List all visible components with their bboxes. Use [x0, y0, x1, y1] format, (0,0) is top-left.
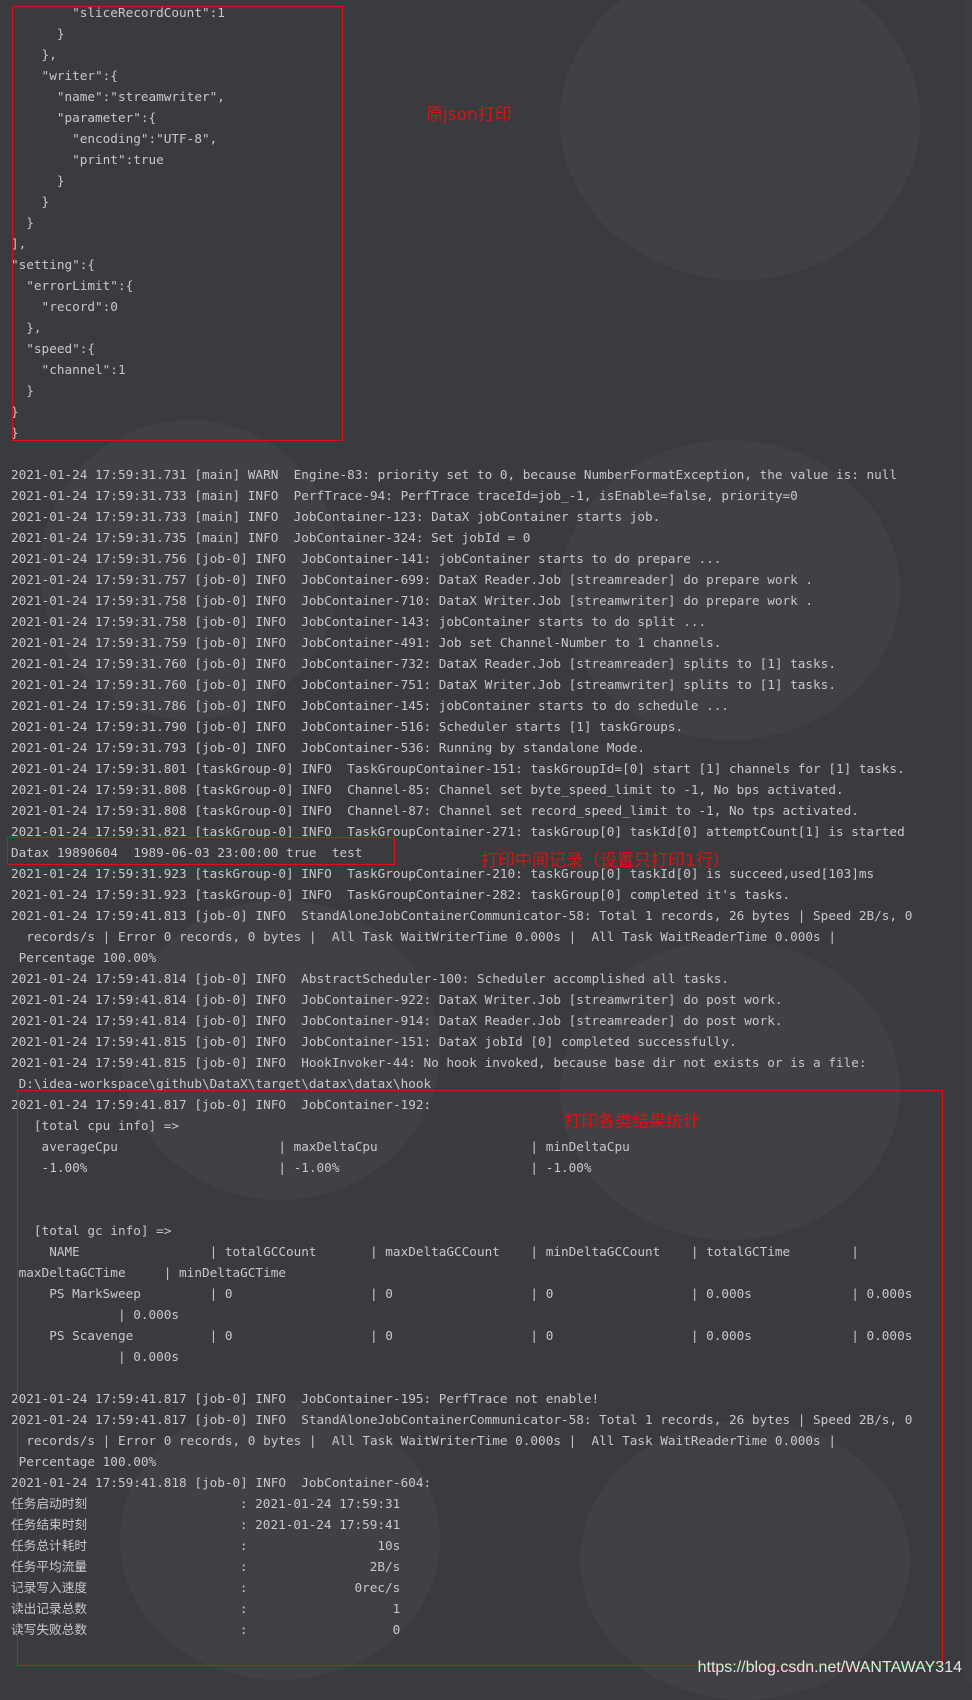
console-line: 2021-01-24 17:59:31.923 [taskGroup-0] IN… — [11, 887, 791, 902]
console-line: 2021-01-24 17:59:31.758 [job-0] INFO Job… — [11, 614, 707, 629]
json-highlight-box — [12, 6, 343, 441]
console-line: 2021-01-24 17:59:31.808 [taskGroup-0] IN… — [11, 803, 859, 818]
console-line: 2021-01-24 17:59:31.808 [taskGroup-0] IN… — [11, 782, 844, 797]
console-line: 2021-01-24 17:59:31.757 [job-0] INFO Job… — [11, 572, 814, 587]
console-line: 2021-01-24 17:59:31.801 [taskGroup-0] IN… — [11, 761, 905, 776]
console-line: 2021-01-24 17:59:31.793 [job-0] INFO Job… — [11, 740, 645, 755]
stats-annotation: 打印各类结果统计 — [564, 1112, 700, 1132]
console-line: 2021-01-24 17:59:31.786 [job-0] INFO Job… — [11, 698, 730, 713]
console-line: 2021-01-24 17:59:31.756 [job-0] INFO Job… — [11, 551, 722, 566]
json-annotation: 原json打印 — [426, 105, 512, 125]
console-line: 2021-01-24 17:59:31.760 [job-0] INFO Job… — [11, 677, 836, 692]
console-line: 2021-01-24 17:59:41.814 [job-0] INFO Job… — [11, 1013, 783, 1028]
stats-highlight-box — [17, 1090, 943, 1666]
console-line: 2021-01-24 17:59:31.731 [main] WARN Engi… — [11, 467, 898, 482]
console-line: 2021-01-24 17:59:31.760 [job-0] INFO Job… — [11, 656, 836, 671]
console-line: 2021-01-24 17:59:31.735 [main] INFO JobC… — [11, 530, 531, 545]
console-line: 2021-01-24 17:59:31.733 [main] INFO JobC… — [11, 509, 661, 524]
console-line: 2021-01-24 17:59:31.733 [main] INFO Perf… — [11, 488, 798, 503]
console-line: 2021-01-24 17:59:31.758 [job-0] INFO Job… — [11, 593, 814, 608]
watermark: https://blog.csdn.net/WANTAWAY314 — [697, 1659, 962, 1676]
console-line: 2021-01-24 17:59:41.815 [job-0] INFO Hoo… — [11, 1055, 867, 1070]
console-line: 2021-01-24 17:59:41.813 [job-0] INFO Sta… — [11, 908, 913, 923]
console-line: Percentage 100.00% — [11, 950, 157, 965]
console-line: 2021-01-24 17:59:41.814 [job-0] INFO Job… — [11, 992, 783, 1007]
console-line: records/s | Error 0 records, 0 bytes | A… — [11, 929, 836, 944]
console-line: 2021-01-24 17:59:41.815 [job-0] INFO Job… — [11, 1034, 737, 1049]
record-highlight-box — [7, 837, 395, 865]
console-line: 2021-01-24 17:59:31.790 [job-0] INFO Job… — [11, 719, 684, 734]
console-line: 2021-01-24 17:59:41.814 [job-0] INFO Abs… — [11, 971, 730, 986]
console-line: 2021-01-24 17:59:31.759 [job-0] INFO Job… — [11, 635, 722, 650]
console-line: 2021-01-24 17:59:31.923 [taskGroup-0] IN… — [11, 866, 875, 881]
record-annotation: 打印中间记录（设置只打印1行） — [481, 851, 730, 871]
